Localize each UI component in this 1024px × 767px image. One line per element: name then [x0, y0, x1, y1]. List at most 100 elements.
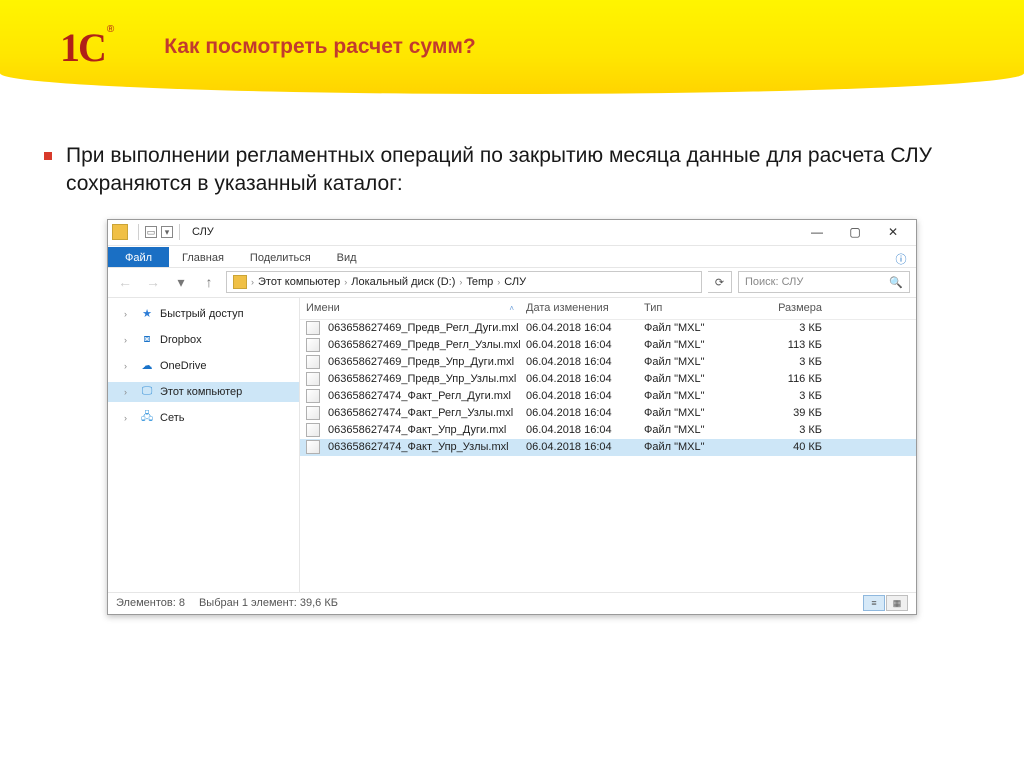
onedrive-icon: ☁ [140, 359, 154, 373]
nav-back-button[interactable]: ← [114, 271, 136, 293]
file-date: 06.04.2018 16:04 [520, 441, 638, 453]
sort-caret-icon: ˄ [509, 304, 514, 313]
file-size: 3 КБ [748, 390, 828, 402]
address-bar-row: ← → ▾ ↑ › Этот компьютер › Локальный дис… [108, 268, 916, 298]
ribbon-tab-file[interactable]: Файл [108, 247, 169, 267]
qat-dropdown-icon[interactable]: ▾ [161, 226, 173, 238]
nav-item-label: Сеть [160, 412, 184, 424]
file-date: 06.04.2018 16:04 [520, 356, 638, 368]
file-icon [306, 389, 320, 403]
file-explorer-window: ▭ ▾ СЛУ — ▢ ✕ Файл Главная Поделиться Ви… [107, 219, 917, 615]
refresh-button[interactable]: ⟳ [708, 271, 732, 293]
file-size: 3 КБ [748, 356, 828, 368]
file-row[interactable]: 063658627474_Факт_Регл_Дуги.mxl06.04.201… [300, 388, 916, 405]
file-row[interactable]: 063658627469_Предв_Регл_Дуги.mxl06.04.20… [300, 320, 916, 337]
column-header-name[interactable]: Имени ˄ [300, 302, 520, 314]
file-row[interactable]: 063658627469_Предв_Упр_Узлы.mxl 06.04.201… [300, 371, 916, 388]
close-button[interactable]: ✕ [874, 219, 912, 245]
expand-icon: › [124, 361, 134, 371]
file-name: 063658627469_Предв_Регл_Дуги.mxl [328, 322, 519, 334]
nav-item[interactable]: › ☁ OneDrive [108, 356, 299, 376]
nav-history-button[interactable]: ▾ [170, 271, 192, 293]
nav-item-label: Dropbox [160, 334, 202, 346]
folder-icon [112, 224, 128, 240]
breadcrumb-segment[interactable]: СЛУ [504, 276, 526, 288]
breadcrumb-segment[interactable]: Локальный диск (D:) [351, 276, 455, 288]
file-size: 3 КБ [748, 424, 828, 436]
bullet-icon [44, 152, 52, 160]
breadcrumb-segment[interactable]: Этот компьютер [258, 276, 340, 288]
nav-forward-button[interactable]: → [142, 271, 164, 293]
slide-title: Как посмотреть расчет сумм? [164, 35, 475, 59]
nav-up-button[interactable]: ↑ [198, 271, 220, 293]
file-type: Файл "MXL" [638, 373, 748, 385]
nav-item[interactable]: ›⧈Dropbox [108, 330, 299, 350]
expand-icon: › [124, 387, 134, 397]
ribbon-tab-share[interactable]: Поделиться [237, 247, 324, 267]
file-date: 06.04.2018 16:04 [520, 322, 638, 334]
file-row[interactable]: 063658627474_Факт_Упр_Дуги.mxl06.04.2018… [300, 422, 916, 439]
chevron-right-icon: › [251, 277, 254, 287]
file-type: Файл "MXL" [638, 441, 748, 453]
file-icon [306, 423, 320, 437]
file-row[interactable]: 063658627469_Предв_Регл_Узлы.mxl06.04.20… [300, 337, 916, 354]
ribbon: Файл Главная Поделиться Вид ⓘ [108, 246, 916, 268]
file-date: 06.04.2018 16:04 [520, 373, 638, 385]
file-name: 063658627474_Факт_Регл_Дуги.mxl [328, 390, 511, 402]
minimize-button[interactable]: — [798, 219, 836, 245]
ribbon-help-icon[interactable]: ⓘ [886, 251, 916, 267]
expand-icon: › [124, 413, 134, 423]
net-icon: 🖧 [140, 411, 154, 425]
file-icon [306, 355, 320, 369]
maximize-button[interactable]: ▢ [836, 219, 874, 245]
file-size: 39 КБ [748, 407, 828, 419]
nav-item[interactable]: ›🖵Этот компьютер [108, 382, 299, 402]
search-input[interactable]: Поиск: СЛУ 🔍 [738, 271, 910, 293]
file-size: 40 КБ [748, 441, 828, 453]
column-header-size[interactable]: Размера [748, 302, 828, 314]
logo-mark: 1С [60, 24, 105, 71]
file-size: 113 КБ [748, 339, 828, 351]
pc-icon: 🖵 [140, 385, 154, 399]
column-header-type[interactable]: Тип [638, 302, 748, 314]
file-type: Файл "MXL" [638, 407, 748, 419]
qat-properties-icon[interactable]: ▭ [145, 226, 157, 238]
chevron-right-icon: › [459, 277, 462, 287]
file-type: Файл "MXL" [638, 339, 748, 351]
nav-item-label: OneDrive [160, 360, 206, 372]
breadcrumb-segment[interactable]: Temp [466, 276, 493, 288]
file-name: 063658627474_Факт_Упр_Узлы.mxl [328, 441, 509, 453]
window-title: СЛУ [192, 226, 214, 238]
file-row[interactable]: 063658627474_Факт_Упр_Узлы.mxl 06.04.2018… [300, 439, 916, 456]
titlebar[interactable]: ▭ ▾ СЛУ — ▢ ✕ [108, 220, 916, 246]
nav-item[interactable]: › 🖧 Сеть [108, 408, 299, 428]
file-name: 063658627469_Предв_Упр_Узлы.mxl [328, 373, 516, 385]
file-type: Файл "MXL" [638, 356, 748, 368]
file-row[interactable]: 063658627474_Факт_Регл_Узлы.mxl06.04.201… [300, 405, 916, 422]
column-header-date[interactable]: Дата изменения [520, 302, 638, 314]
star-icon: ★ [140, 307, 154, 321]
separator [138, 224, 139, 240]
file-icon [306, 406, 320, 420]
nav-item[interactable]: ›★Быстрый доступ [108, 304, 299, 324]
view-details-button[interactable]: ≡ [863, 595, 885, 611]
address-bar[interactable]: › Этот компьютер › Локальный диск (D:) ›… [226, 271, 702, 293]
nav-item-label: Быстрый доступ [160, 308, 244, 320]
column-header-row: Имени ˄ Дата изменения Тип Размера [300, 298, 916, 320]
file-icon [306, 372, 320, 386]
file-name: 063658627474_Факт_Упр_Дуги.mxl [328, 424, 506, 436]
file-type: Файл "MXL" [638, 390, 748, 402]
file-date: 06.04.2018 16:04 [520, 407, 638, 419]
body-paragraph: При выполнении регламентных операций по … [66, 142, 980, 199]
slide-banner: 1С ® Как посмотреть расчет сумм? [0, 0, 1024, 94]
ribbon-tab-home[interactable]: Главная [169, 247, 237, 267]
view-icons-button[interactable]: ▦ [886, 595, 908, 611]
chevron-right-icon: › [344, 277, 347, 287]
file-icon [306, 440, 320, 454]
file-row[interactable]: 063658627469_Предв_Упр_Дуги.mxl 06.04.201… [300, 354, 916, 371]
file-type: Файл "MXL" [638, 322, 748, 334]
ribbon-tab-view[interactable]: Вид [324, 247, 370, 267]
file-name: 063658627469_Предв_Упр_Дуги.mxl [328, 356, 514, 368]
navigation-pane[interactable]: ›★Быстрый доступ›⧈Dropbox›☁OneDrive›🖵Это… [108, 298, 300, 592]
file-date: 06.04.2018 16:04 [520, 339, 638, 351]
